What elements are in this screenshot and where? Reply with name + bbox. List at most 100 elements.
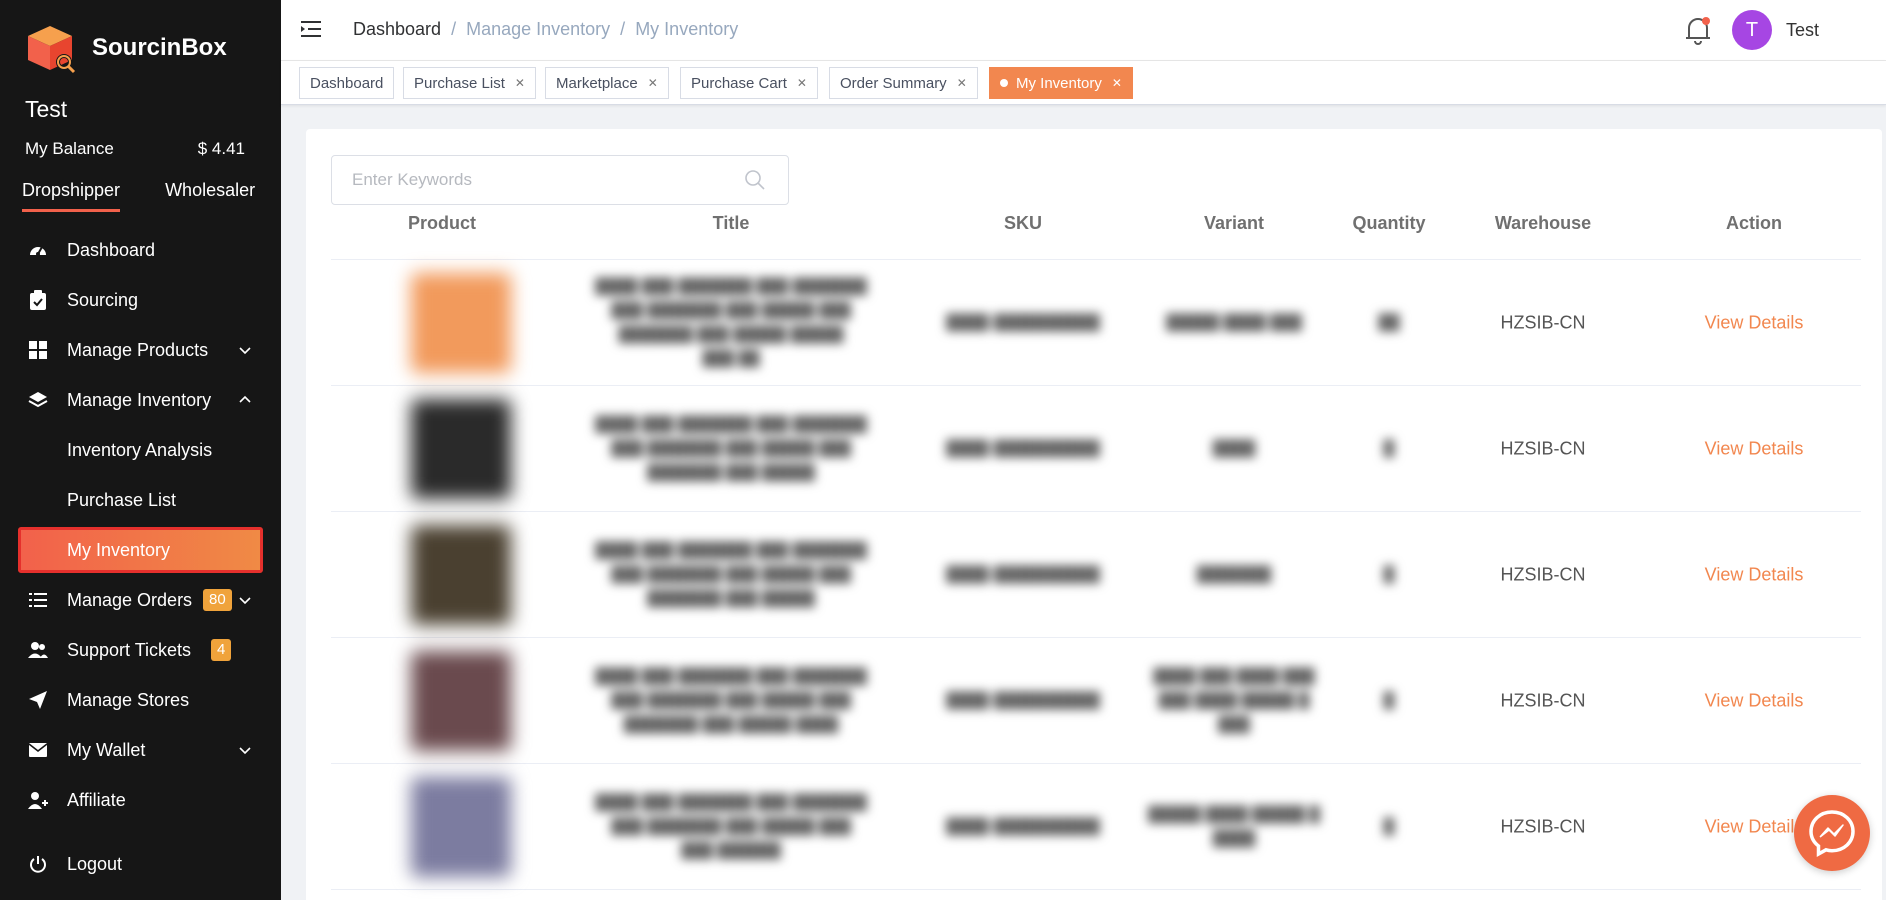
sidebar-item-label: Manage Products [67,339,209,360]
quantity-redacted: █ [1383,691,1395,709]
mode-tab-dropshipper[interactable]: Dropshipper [22,180,121,212]
sidebar-item-my-wallet[interactable]: My Wallet [0,725,281,775]
quantity-redacted: █ [1383,817,1395,835]
sidebar: SourcinBox Test My Balance $ 4.41 Dropsh… [0,0,281,900]
sidebar-item-logout[interactable]: Logout [0,839,281,889]
sidebar-item-label: Dashboard [67,239,156,260]
table-row: ████ ███ ███████ ███ ███████ ███ ███████ … [331,260,1861,386]
tag-purchase-cart[interactable]: Purchase Cart ✕ [680,67,818,99]
messenger-icon [1809,810,1855,857]
variant-redacted: ███████ [1196,565,1272,583]
sidebar-item-sourcing[interactable]: Sourcing [0,275,281,325]
product-title-redacted: ████ ███ ███████ ███ ███████ ███ ███████ … [595,415,867,481]
bell-icon[interactable] [1684,14,1712,46]
gauge-icon [28,240,48,260]
sidebar-subitem-purchase-list[interactable]: Purchase List [0,475,281,525]
balance-label: My Balance [25,139,114,158]
view-details-link[interactable]: View Details [1705,816,1804,837]
sidebar-item-dashboard[interactable]: Dashboard [0,225,281,275]
menu-fold-icon[interactable] [301,18,323,40]
avatar[interactable]: T [1732,10,1772,50]
mode-tab-wholesaler[interactable]: Wholesaler [165,180,255,212]
product-image[interactable] [411,650,511,751]
product-image[interactable] [411,776,511,877]
sku-redacted: ████-██████████ [946,565,1100,583]
sidebar-item-label: Sourcing [67,289,139,310]
close-icon[interactable]: ✕ [797,76,807,90]
breadcrumb-manage-inventory: Manage Inventory [466,19,611,39]
tag-label: Order Summary [840,74,947,92]
breadcrumb-separator: / [451,19,457,39]
column-header-title: Title [712,213,750,233]
close-icon[interactable]: ✕ [1112,76,1122,90]
search-icon[interactable] [744,169,766,191]
column-header-product: Product [407,213,477,233]
sidebar-item-affiliate[interactable]: Affiliate [0,775,281,825]
table-row: ████ ███ ███████ ███ ███████ ███ ███████ … [331,764,1861,890]
table-row: ████ ███ ███████ ███ ███████ ███ ███████ … [331,638,1861,764]
sidebar-user-name: Test [25,96,68,122]
view-details-link[interactable]: View Details [1705,690,1804,711]
layers-icon [28,390,48,410]
product-title-redacted: ████ ███ ███████ ███ ███████ ███ ███████ … [595,793,867,859]
search-input[interactable] [332,156,712,204]
tag-order-summary[interactable]: Order Summary ✕ [829,67,978,99]
chevron-down-icon [239,347,251,355]
tag-dashboard[interactable]: Dashboard [299,67,395,99]
table-row: ████ ███ ███████ ███ ███████ ███ ███████ … [331,512,1861,638]
sku-redacted: ████-██████████ [946,691,1100,709]
mode-tabs: Dropshipper Wholesaler [22,180,255,212]
top-header: Dashboard / Manage Inventory / My Invent… [281,0,1886,61]
close-icon[interactable]: ✕ [515,76,525,90]
sidebar-item-support-tickets[interactable]: Support Tickets 4 [0,625,281,675]
brand-logo[interactable]: SourcinBox [24,22,227,74]
sidebar-item-manage-stores[interactable]: Manage Stores [0,675,281,725]
column-header-sku: SKU [1003,213,1043,233]
breadcrumb-my-inventory: My Inventory [635,19,739,39]
product-title-redacted: ████ ███ ███████ ███ ███████ ███ ███████ … [595,277,867,367]
sidebar-subitem-my-inventory[interactable]: My Inventory [18,527,263,573]
balance-row: My Balance $ 4.41 [25,139,245,159]
list-icon [28,590,48,610]
product-image[interactable] [411,524,511,625]
breadcrumb-dashboard[interactable]: Dashboard [353,19,441,40]
sidebar-item-manage-inventory[interactable]: Manage Inventory [0,375,281,425]
close-icon[interactable]: ✕ [648,76,658,90]
tag-purchase-list[interactable]: Purchase List ✕ [403,67,536,99]
sidebar-item-manage-products[interactable]: Manage Products [0,325,281,375]
tag-my-inventory[interactable]: My Inventory ✕ [989,67,1133,99]
view-details-link[interactable]: View Details [1705,564,1804,585]
sidebar-subitem-label: Purchase List [67,489,177,510]
product-image[interactable] [411,398,511,499]
sku-redacted: ████-██████████ [946,439,1100,457]
balance-value: $ 4.41 [197,139,245,158]
warehouse-value: HZSIB-CN [1500,816,1586,836]
messenger-chat-button[interactable] [1794,795,1870,871]
close-icon[interactable]: ✕ [957,76,967,90]
view-details-link[interactable]: View Details [1705,312,1804,333]
quantity-redacted: ██ [1378,313,1400,331]
brand-name: SourcinBox [92,34,227,61]
tag-label: Marketplace [556,74,638,92]
sidebar-item-label: Manage Stores [67,689,190,710]
sidebar-item-label: My Wallet [67,739,146,760]
view-details-link[interactable]: View Details [1705,438,1804,459]
chevron-up-icon [239,395,251,403]
sidebar-subitem-label: Inventory Analysis [67,439,213,460]
paper-plane-icon [28,690,48,710]
tags-view-bar: Dashboard Purchase List ✕ Marketplace ✕ Pu… [281,61,1886,105]
tag-marketplace[interactable]: Marketplace ✕ [545,67,669,99]
column-header-warehouse: Warehouse [1494,213,1592,233]
variant-redacted: ████ ███ ████ ███ ███ ████ █████ █ ███ [1153,667,1315,733]
sidebar-subitem-label: My Inventory [67,539,171,560]
tickets-count-badge: 4 [211,639,232,661]
sidebar-subitem-inventory-analysis[interactable]: Inventory Analysis [0,425,281,475]
column-header-quantity: Quantity [1352,213,1426,233]
breadcrumb-separator: / [620,19,626,39]
column-header-action: Action [1726,213,1782,233]
product-image[interactable] [411,272,511,373]
header-user-name[interactable]: Test [1786,20,1819,41]
quantity-redacted: █ [1383,565,1395,583]
sidebar-item-manage-orders[interactable]: Manage Orders 80 [0,575,281,625]
variant-redacted: ████ [1212,439,1256,457]
